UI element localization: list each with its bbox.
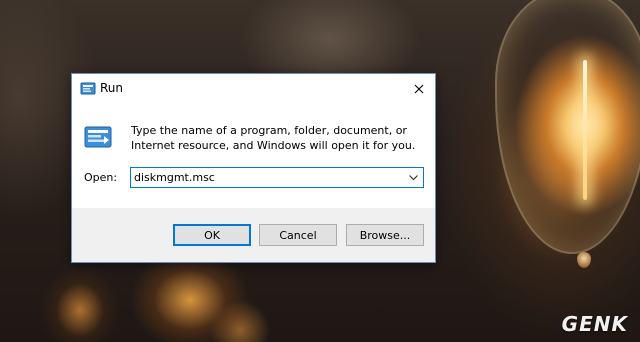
genk-watermark: GENK: [561, 312, 628, 336]
title-bar[interactable]: Run: [72, 74, 435, 104]
dialog-footer: OK Cancel Browse...: [72, 208, 435, 262]
dropdown-button[interactable]: [403, 168, 423, 187]
run-icon: [84, 126, 112, 148]
open-label: Open:: [84, 171, 118, 184]
run-dialog: Run Type the name of a program, folder, …: [71, 73, 436, 263]
ok-button[interactable]: OK: [173, 224, 251, 246]
browse-button[interactable]: Browse...: [346, 224, 424, 246]
bulb-tip: [577, 252, 591, 268]
chevron-down-icon: [408, 174, 418, 180]
open-combobox[interactable]: [130, 167, 424, 188]
open-input[interactable]: [131, 168, 401, 187]
run-icon: [80, 82, 96, 95]
light-bulb-image: [495, 0, 640, 254]
close-icon: [414, 84, 424, 94]
cancel-button[interactable]: Cancel: [259, 224, 337, 246]
dialog-title: Run: [100, 81, 124, 95]
dialog-message: Type the name of a program, folder, docu…: [131, 124, 416, 152]
desktop-background: Run Type the name of a program, folder, …: [0, 0, 640, 342]
close-button[interactable]: [403, 74, 435, 104]
bulb-filament: [583, 60, 587, 200]
